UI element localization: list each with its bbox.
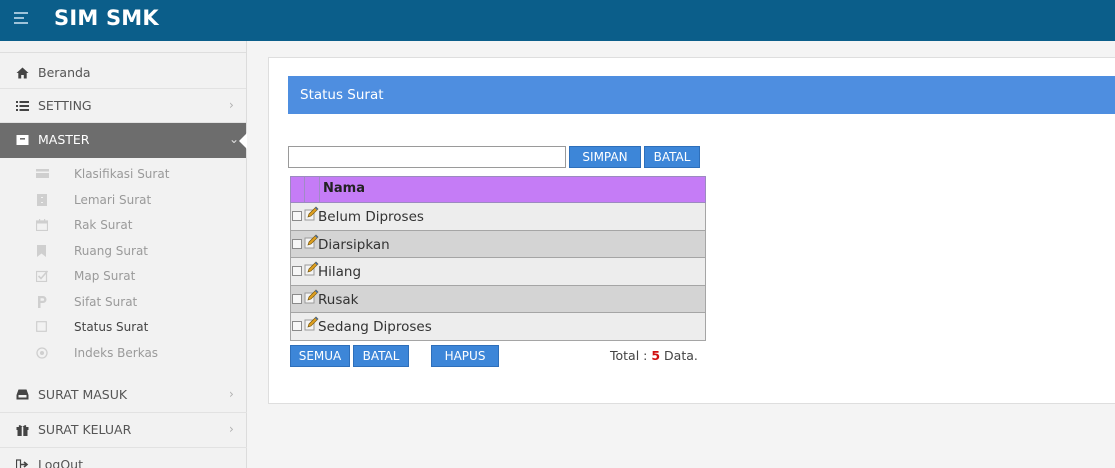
total-count-value: 5 bbox=[651, 348, 661, 363]
master-submenu: Klasifikasi Surat Lemari Surat Rak Surat… bbox=[0, 158, 246, 366]
p-icon bbox=[36, 295, 48, 308]
select-all-button[interactable]: SEMUA bbox=[290, 345, 350, 367]
row-checkbox[interactable] bbox=[292, 321, 302, 332]
grid-header: Nama bbox=[290, 176, 706, 203]
checkbox-icon bbox=[35, 270, 49, 283]
submenu-item-ruang-surat[interactable]: Ruang Surat bbox=[0, 239, 246, 265]
active-indicator bbox=[239, 133, 247, 149]
table-row[interactable]: Rusak bbox=[290, 285, 706, 314]
submenu-item-status-surat[interactable]: Status Surat bbox=[0, 315, 246, 341]
top-bar: SIM SMK bbox=[0, 0, 1115, 41]
sidebar-item-label: MASTER bbox=[38, 132, 90, 147]
edit-pencil-icon[interactable] bbox=[304, 289, 319, 304]
edit-pencil-icon[interactable] bbox=[304, 316, 319, 331]
edit-pencil-icon[interactable] bbox=[304, 206, 319, 221]
cancel-selection-button[interactable]: BATAL bbox=[353, 345, 409, 367]
cabinet-icon bbox=[36, 193, 48, 206]
app-title: SIM SMK bbox=[54, 6, 159, 30]
cancel-button[interactable]: BATAL bbox=[644, 146, 700, 168]
submenu-item-klasifikasi-surat[interactable]: Klasifikasi Surat bbox=[0, 162, 246, 188]
row-label: Belum Diproses bbox=[318, 209, 424, 225]
panel-header: Status Surat bbox=[288, 76, 1115, 114]
table-row[interactable]: Sedang Diproses bbox=[290, 313, 706, 341]
edit-pencil-icon[interactable] bbox=[304, 261, 319, 276]
row-checkbox[interactable] bbox=[292, 266, 302, 277]
sidebar: Beranda SETTING › MASTER ⌄ Klasifikasi S… bbox=[0, 41, 247, 468]
hamburger-menu-icon[interactable] bbox=[14, 12, 28, 28]
row-checkbox[interactable] bbox=[292, 211, 302, 221]
row-checkbox[interactable] bbox=[292, 293, 302, 304]
page-title: Status Surat bbox=[300, 87, 384, 103]
submenu-item-rak-surat[interactable]: Rak Surat bbox=[0, 213, 246, 239]
name-input[interactable] bbox=[288, 146, 566, 168]
chevron-down-icon: ⌄ bbox=[229, 132, 240, 146]
sidebar-item-master[interactable]: MASTER ⌄ bbox=[0, 123, 247, 158]
calendar-icon bbox=[35, 219, 49, 232]
edit-pencil-icon[interactable] bbox=[304, 234, 319, 249]
square-icon bbox=[36, 321, 48, 332]
row-label: Sedang Diproses bbox=[318, 319, 432, 336]
inbox-icon bbox=[16, 389, 29, 401]
row-label: Hilang bbox=[318, 264, 362, 281]
delete-button[interactable]: HAPUS bbox=[431, 345, 499, 367]
table-row[interactable]: Belum Diproses bbox=[290, 203, 706, 231]
chevron-right-icon: › bbox=[229, 387, 234, 401]
table-row[interactable]: Diarsipkan bbox=[290, 230, 706, 259]
table-row[interactable]: Hilang bbox=[290, 258, 706, 286]
home-icon bbox=[16, 67, 29, 79]
folder-icon bbox=[16, 134, 29, 146]
card-icon bbox=[36, 168, 49, 179]
row-label: Diarsipkan bbox=[318, 236, 390, 253]
sidebar-item-label: SETTING bbox=[38, 98, 92, 113]
status-grid: Nama Belum Diproses Diarsipkan Hilang Rusak… bbox=[290, 176, 706, 341]
submenu-item-sifat-surat[interactable]: Sifat Surat bbox=[0, 290, 246, 316]
gift-icon bbox=[16, 424, 29, 436]
submenu-item-map-surat[interactable]: Map Surat bbox=[0, 264, 246, 290]
row-checkbox[interactable] bbox=[292, 238, 302, 249]
sidebar-item-label: Beranda bbox=[38, 65, 91, 80]
submenu-item-indeks-berkas[interactable]: Indeks Berkas bbox=[0, 341, 246, 367]
bookmark-icon bbox=[36, 244, 48, 257]
sidebar-item-logout[interactable]: LogOut bbox=[0, 448, 247, 468]
list-icon bbox=[16, 100, 29, 112]
logout-icon bbox=[15, 459, 29, 468]
sidebar-item-surat-keluar[interactable]: SURAT KELUAR › bbox=[0, 413, 247, 448]
column-header-nama: Nama bbox=[323, 181, 365, 196]
total-count: Total : 5 Data. bbox=[610, 348, 698, 363]
row-label: Rusak bbox=[318, 291, 359, 308]
sidebar-item-surat-masuk[interactable]: SURAT MASUK › bbox=[0, 378, 247, 413]
sidebar-lower: SURAT MASUK › SURAT KELUAR › LogOut bbox=[0, 378, 247, 468]
target-icon bbox=[36, 346, 48, 359]
chevron-right-icon: › bbox=[229, 422, 234, 436]
sidebar-item-beranda[interactable]: Beranda bbox=[0, 53, 246, 89]
submenu-item-lemari-surat[interactable]: Lemari Surat bbox=[0, 188, 246, 214]
save-button[interactable]: SIMPAN bbox=[569, 146, 641, 168]
chevron-right-icon: › bbox=[229, 98, 234, 112]
sidebar-item-setting[interactable]: SETTING › bbox=[0, 89, 246, 123]
